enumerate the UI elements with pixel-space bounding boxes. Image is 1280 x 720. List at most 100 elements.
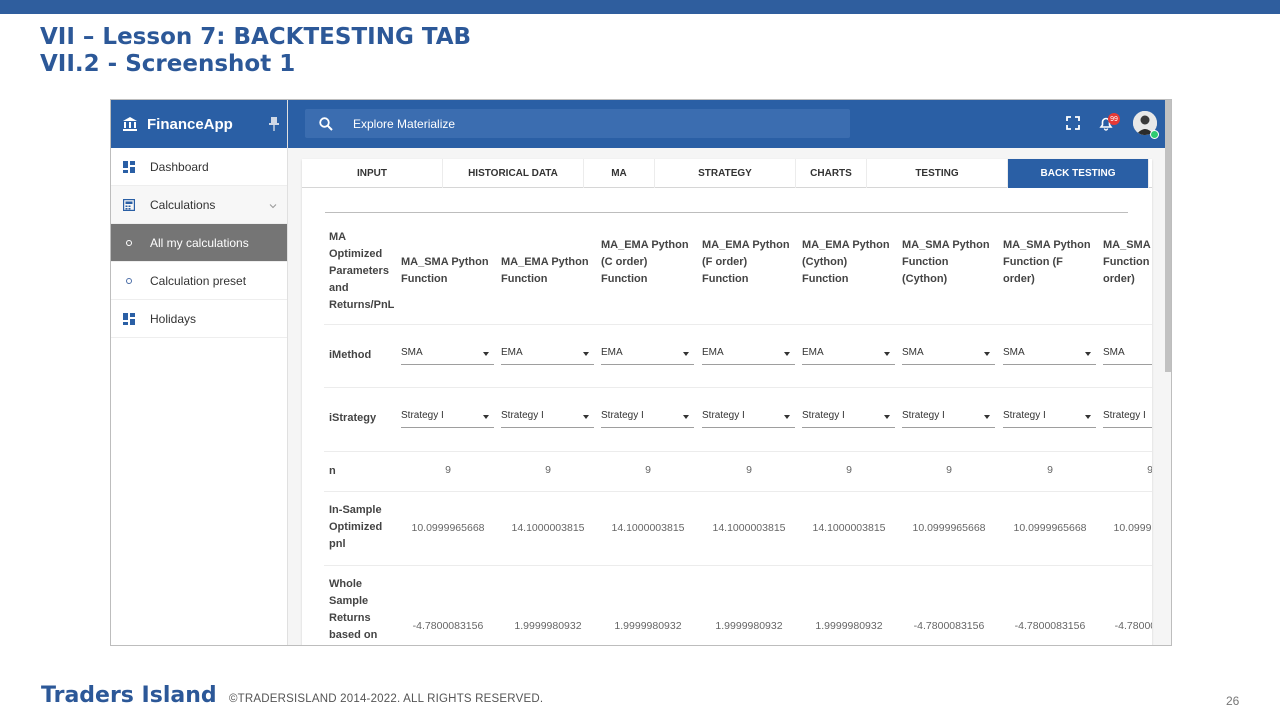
sidebar-item-label: Calculations xyxy=(150,197,216,212)
tab-ma[interactable]: MA xyxy=(584,159,655,188)
column-header: MA_EMA Python (C order) Function xyxy=(601,239,689,285)
column-header: MA_SMA Python Function xyxy=(401,256,489,285)
table-header-row: MA Optimized Parameters and Returns/PnL … xyxy=(324,225,1152,325)
dropdown-arrow-icon xyxy=(583,415,589,419)
table-cell: -4.7800083156 xyxy=(1114,620,1152,632)
dashboard-icon xyxy=(123,160,135,173)
select-value: Strategy I xyxy=(601,410,644,421)
dashboard-icon xyxy=(123,312,135,325)
strategy-select[interactable]: Strategy I xyxy=(601,406,694,428)
select-value: EMA xyxy=(802,347,824,358)
calculator-icon xyxy=(123,198,135,211)
strategy-select[interactable]: Strategy I xyxy=(702,406,795,428)
section-divider xyxy=(325,212,1128,213)
method-select[interactable]: SMA xyxy=(401,343,494,365)
table-cell: 9 xyxy=(746,464,752,476)
circle-icon xyxy=(123,237,135,249)
dropdown-arrow-icon xyxy=(683,415,689,419)
table-cell: 9 xyxy=(645,464,651,476)
table-cell: 1.9999980932 xyxy=(715,620,783,632)
footer-brand: Traders Island xyxy=(41,683,217,708)
tab-input[interactable]: INPUT xyxy=(302,159,443,188)
select-value: SMA xyxy=(1103,347,1125,358)
table-cell: 10.0999965668 xyxy=(411,522,485,534)
pin-icon[interactable] xyxy=(269,116,279,132)
dropdown-arrow-icon xyxy=(483,352,489,356)
sidebar-item-calculation-preset[interactable]: Calculation preset xyxy=(111,262,287,300)
method-select[interactable]: SMA xyxy=(1103,343,1152,365)
slide-title-line1: VII – Lesson 7: BACKTESTING TAB xyxy=(40,24,472,50)
online-status-dot xyxy=(1150,130,1159,139)
search-input[interactable]: Explore Materialize xyxy=(305,109,850,138)
strategy-select[interactable]: Strategy I xyxy=(1103,406,1152,428)
select-value: EMA xyxy=(601,347,623,358)
table-cell: 9 xyxy=(1047,464,1053,476)
method-select[interactable]: SMA xyxy=(902,343,995,365)
bank-icon xyxy=(121,115,139,133)
dropdown-arrow-icon xyxy=(784,352,790,356)
fullscreen-icon[interactable] xyxy=(1065,115,1081,131)
tab-bar: INPUT HISTORICAL DATA MA STRATEGY CHARTS… xyxy=(302,159,1152,188)
dropdown-arrow-icon xyxy=(1085,352,1091,356)
table-cell: 10.0999965668 xyxy=(912,522,986,534)
table-cell: 10.0999965668 xyxy=(1113,522,1153,534)
column-header: MA_EMA Python (Cython) Function xyxy=(802,239,890,285)
strategy-select[interactable]: Strategy I xyxy=(401,406,494,428)
column-header: MA_EMA Python Function xyxy=(501,256,589,285)
brand-logo[interactable]: FinanceApp xyxy=(111,100,287,148)
method-select[interactable]: SMA xyxy=(1003,343,1096,365)
sidebar-item-dashboard[interactable]: Dashboard xyxy=(111,148,287,186)
sidebar-item-label: All my calculations xyxy=(150,235,249,250)
sidebar: FinanceApp Dashboard Calculations All my… xyxy=(111,100,288,645)
table-row-istrategy: iStrategy Strategy I Strategy I Strategy… xyxy=(324,388,1152,452)
dropdown-arrow-icon xyxy=(483,415,489,419)
tab-testing[interactable]: TESTING xyxy=(867,159,1008,188)
table-cell: 14.1000003815 xyxy=(712,522,786,534)
strategy-select[interactable]: Strategy I xyxy=(1003,406,1096,428)
table-cell: 14.1000003815 xyxy=(611,522,685,534)
dropdown-arrow-icon xyxy=(784,415,790,419)
backtesting-table: MA Optimized Parameters and Returns/PnL … xyxy=(324,225,1153,645)
column-header: MA_SMA Python Function (Cython) xyxy=(902,239,990,285)
chevron-down-icon xyxy=(269,199,277,209)
select-value: EMA xyxy=(702,347,724,358)
column-header: MA_EMA Python (F order) Function xyxy=(702,239,790,285)
dropdown-arrow-icon xyxy=(884,415,890,419)
slide-title-line2: VII.2 - Screenshot 1 xyxy=(40,51,296,77)
tab-back-testing[interactable]: BACK TESTING xyxy=(1008,159,1149,188)
method-select[interactable]: EMA xyxy=(802,343,895,365)
tab-strategy[interactable]: STRATEGY xyxy=(655,159,796,188)
top-bar: Explore Materialize 99 xyxy=(288,100,1171,148)
sidebar-item-label: Dashboard xyxy=(150,159,209,174)
table-cell: 9 xyxy=(946,464,952,476)
strategy-select[interactable]: Strategy I xyxy=(802,406,895,428)
page-number: 26 xyxy=(1226,694,1240,708)
tab-charts[interactable]: CHARTS xyxy=(796,159,867,188)
strategy-select[interactable]: Strategy I xyxy=(501,406,594,428)
sidebar-item-calculations[interactable]: Calculations xyxy=(111,186,287,224)
footer-copyright: ©TRADERSISLAND 2014-2022. ALL RIGHTS RES… xyxy=(229,693,544,705)
method-select[interactable]: EMA xyxy=(601,343,694,365)
dropdown-arrow-icon xyxy=(583,352,589,356)
sidebar-item-all-my-calculations[interactable]: All my calculations xyxy=(111,224,287,262)
select-value: SMA xyxy=(902,347,924,358)
select-value: Strategy I xyxy=(401,410,444,421)
select-value: Strategy I xyxy=(501,410,544,421)
method-select[interactable]: EMA xyxy=(702,343,795,365)
table-cell: -4.7800083156 xyxy=(913,620,985,632)
tab-historical-data[interactable]: HISTORICAL DATA xyxy=(443,159,584,188)
strategy-select[interactable]: Strategy I xyxy=(902,406,995,428)
method-select[interactable]: EMA xyxy=(501,343,594,365)
dropdown-arrow-icon xyxy=(1085,415,1091,419)
notification-badge: 99 xyxy=(1108,113,1120,125)
table-cell: 9 xyxy=(545,464,551,476)
sidebar-item-holidays[interactable]: Holidays xyxy=(111,300,287,338)
row-label: iMethod xyxy=(329,349,372,361)
slide-title: VII – Lesson 7: BACKTESTING TAB VII.2 - … xyxy=(40,24,471,78)
table-cell: -4.7800083156 xyxy=(1014,620,1086,632)
table-row-whole-sample-returns: Whole Sample Returns based on -4.7800083… xyxy=(324,566,1152,645)
table-cell: 9 xyxy=(1103,464,1152,476)
main-card: INPUT HISTORICAL DATA MA STRATEGY CHARTS… xyxy=(302,159,1153,645)
vertical-scrollbar[interactable] xyxy=(1165,100,1171,372)
brand-name: FinanceApp xyxy=(147,115,233,133)
